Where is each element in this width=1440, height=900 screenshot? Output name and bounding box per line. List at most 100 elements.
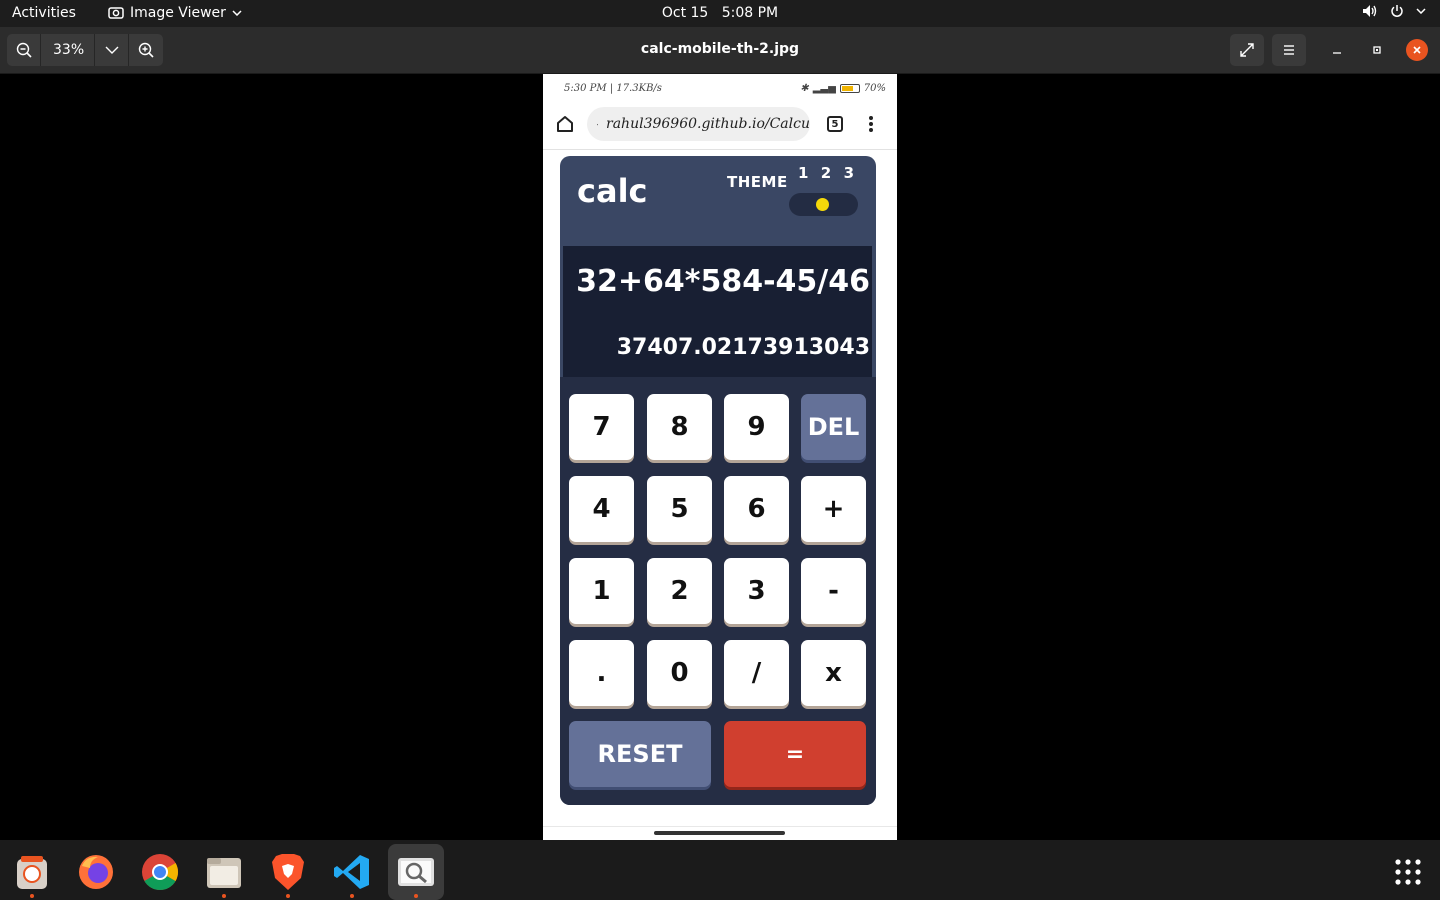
zoom-level[interactable]: 33% (41, 34, 95, 66)
clock-time: 5:08 PM (721, 5, 779, 21)
dock (0, 840, 1440, 900)
theme-numbers: 1 2 3 (798, 164, 854, 182)
clock-button[interactable]: Oct 15 5:08 PM (662, 5, 778, 21)
phone-status-icons: ✱ ▂▃▅ 70% (800, 83, 886, 94)
chevron-down-icon (1416, 8, 1426, 14)
key-minus[interactable]: - (801, 558, 866, 624)
phone-home-indicator (654, 831, 785, 835)
key-5[interactable]: 5 (647, 476, 712, 542)
phone-status-time: 5:30 PM | 17.3KB/s (564, 83, 662, 94)
key-divide[interactable]: / (724, 640, 789, 706)
minimize-button[interactable] (1326, 39, 1348, 61)
calc-display: 32+64*584-45/46 37407.02173913043 (563, 246, 872, 377)
dock-image-viewer[interactable] (388, 844, 444, 900)
zoom-out-icon (16, 42, 32, 58)
key-6[interactable]: 6 (724, 476, 789, 542)
zoom-out-button[interactable] (7, 34, 41, 66)
fullscreen-button[interactable] (1230, 34, 1264, 66)
key-2[interactable]: 2 (647, 558, 712, 624)
files-icon (207, 858, 241, 888)
dock-brave[interactable] (260, 844, 316, 900)
bluetooth-icon: ✱ (800, 83, 809, 94)
key-multiply[interactable]: x (801, 640, 866, 706)
firefox-icon (79, 855, 113, 889)
close-icon (1413, 46, 1421, 54)
dock-firefox[interactable] (68, 844, 124, 900)
volume-icon (1363, 5, 1377, 17)
key-7[interactable]: 7 (569, 394, 634, 460)
zoom-controls: 33% (7, 34, 163, 66)
chevron-down-icon (232, 10, 242, 16)
calc-result: 37407.02173913043 (616, 335, 870, 360)
phone-screenshot: 5:30 PM | 17.3KB/s ✱ ▂▃▅ 70% rahul396960… (543, 74, 897, 840)
top-bar: Activities Image Viewer Oct 15 5:08 PM (0, 0, 1440, 27)
restore-icon (1373, 46, 1381, 54)
show-applications-button[interactable] (1380, 844, 1436, 900)
calculator: calc THEME 1 2 3 32+64*584-45/46 37407.0… (560, 156, 876, 805)
key-dot[interactable]: . (569, 640, 634, 706)
phone-status-bar: 5:30 PM | 17.3KB/s ✱ ▂▃▅ 70% (543, 74, 897, 104)
image-viewer-app-icon (108, 7, 124, 19)
battery-percent: 70% (863, 83, 886, 94)
phone-nav-divider (543, 826, 897, 827)
lock-icon (597, 123, 598, 125)
theme-option-2: 2 (820, 164, 832, 182)
theme-label: THEME (727, 173, 788, 191)
image-viewer-icon (398, 858, 434, 886)
running-indicator (222, 894, 226, 898)
clock-date: Oct 15 (661, 5, 709, 21)
header-bar: 33% calc-mobile-th-2.jpg (0, 27, 1440, 74)
fullscreen-icon (1240, 43, 1254, 57)
running-indicator (286, 894, 290, 898)
zoom-dropdown-button[interactable] (95, 34, 129, 66)
close-button[interactable] (1406, 39, 1428, 61)
key-equals[interactable]: = (724, 721, 866, 787)
key-plus[interactable]: + (801, 476, 866, 542)
chevron-down-icon (105, 46, 118, 54)
dock-files[interactable] (196, 844, 252, 900)
address-bar[interactable]: rahul396960.github.io/Calcu (587, 107, 810, 141)
calc-logo: calc (577, 172, 648, 210)
dock-ubuntu-software[interactable] (4, 844, 60, 900)
home-icon (557, 116, 573, 132)
show-applications-icon (1395, 859, 1421, 885)
theme-toggle[interactable] (789, 193, 858, 216)
key-reset[interactable]: RESET (569, 721, 711, 787)
window-title: calc-mobile-th-2.jpg (640, 41, 800, 57)
toolbar-divider (543, 149, 897, 150)
overflow-menu-icon[interactable] (869, 115, 873, 133)
key-del[interactable]: DEL (801, 394, 866, 460)
theme-option-1: 1 (798, 164, 809, 182)
dock-vscode[interactable] (324, 844, 380, 900)
running-indicator (414, 894, 418, 898)
dock-chrome[interactable] (132, 844, 188, 900)
running-indicator (350, 894, 354, 898)
key-3[interactable]: 3 (724, 558, 789, 624)
chrome-icon (142, 854, 179, 891)
running-indicator (30, 894, 34, 898)
tab-count-button[interactable]: 5 (827, 116, 843, 132)
calc-expression: 32+64*584-45/46 (576, 264, 870, 299)
hamburger-menu-icon (1284, 45, 1294, 55)
activities-button[interactable]: Activities (12, 5, 76, 21)
key-8[interactable]: 8 (647, 394, 712, 460)
browser-toolbar: rahul396960.github.io/Calcu 5 (543, 106, 897, 146)
key-1[interactable]: 1 (569, 558, 634, 624)
key-0[interactable]: 0 (647, 640, 712, 706)
maximize-button[interactable] (1366, 39, 1388, 61)
theme-option-3: 3 (843, 164, 854, 182)
url-text: rahul396960.github.io/Calcu (606, 116, 810, 132)
zoom-in-icon (138, 42, 154, 58)
key-4[interactable]: 4 (569, 476, 634, 542)
power-icon (1391, 5, 1403, 17)
theme-toggle-knob (816, 198, 829, 211)
main-menu-button[interactable] (1272, 34, 1306, 66)
minimize-icon (1333, 52, 1341, 54)
key-9[interactable]: 9 (724, 394, 789, 460)
zoom-in-button[interactable] (129, 34, 163, 66)
brave-icon (272, 854, 304, 890)
system-tray[interactable] (1362, 4, 1426, 18)
ubuntu-software-icon (17, 856, 47, 889)
app-menu[interactable]: Image Viewer (108, 5, 242, 21)
image-canvas[interactable]: 5:30 PM | 17.3KB/s ✱ ▂▃▅ 70% rahul396960… (0, 74, 1440, 840)
